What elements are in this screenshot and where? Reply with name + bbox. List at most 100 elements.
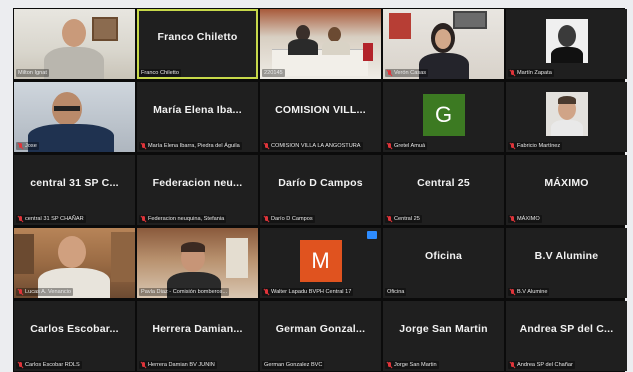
wall-picture [453, 11, 487, 29]
participant-tile-19[interactable]: B.V Alumine B.V Alumine [506, 228, 627, 298]
participant-tile-0[interactable]: Milton Ignat [14, 9, 135, 79]
participant-name-label: Walter Lapadu BVPH Central 17 [262, 288, 354, 296]
person-head [328, 27, 341, 42]
participant-center-name: Darío D Campos [278, 177, 363, 189]
meeting-window: Milton Ignat Franco Chiletto Franco Chil… [0, 0, 633, 372]
mic-muted-icon [510, 143, 515, 149]
participant-name-label: Fabricio Martínez [508, 142, 563, 150]
participant-name-label: German Gonzalez BVC [262, 361, 325, 369]
participant-tile-21[interactable]: Herrera Damian... Herrera Damian BV JUNI… [137, 301, 258, 371]
participant-tile-18[interactable]: Oficina Oficina [383, 228, 504, 298]
door [226, 238, 248, 278]
person-body [550, 120, 583, 136]
participant-name-label: 220145 [262, 69, 285, 77]
participant-center-name: B.V Alumine [534, 250, 599, 262]
participant-tile-1[interactable]: Franco Chiletto Franco Chiletto [137, 9, 258, 79]
table [272, 49, 368, 76]
mic-muted-icon [387, 216, 392, 222]
person-body [550, 47, 583, 63]
participant-tile-9[interactable]: Fabricio Martínez [506, 82, 627, 152]
participant-center-name: Herrera Damian... [152, 323, 243, 335]
participant-tile-4[interactable]: Martín Zapata [506, 9, 627, 79]
participant-tile-2[interactable]: 220145 [260, 9, 381, 79]
mic-muted-icon [264, 216, 269, 222]
profile-photo [545, 92, 588, 136]
participant-tile-20[interactable]: Carlos Escobar... Carlos Escobar RDLS [14, 301, 135, 371]
mic-muted-icon [510, 216, 515, 222]
participant-center-name: Franco Chiletto [157, 31, 238, 43]
shelf [111, 232, 135, 282]
mic-muted-icon [18, 362, 23, 368]
participant-name-label: Federacion neuquina, Stefania [139, 215, 227, 223]
participant-name-label: central 31 SP CHAÑAR [16, 215, 86, 223]
participant-tile-6[interactable]: María Elena Iba... María Elena Ibarra, P… [137, 82, 258, 152]
person-body [28, 124, 114, 152]
participant-tile-16[interactable]: Pavla Diaz - Comisión bomberos... [137, 228, 258, 298]
participant-tile-8[interactable]: G Gretel Amuá [383, 82, 504, 152]
mic-muted-icon [264, 143, 269, 149]
person-body [288, 39, 318, 55]
participant-tile-3[interactable]: Verón Casas [383, 9, 504, 79]
participant-center-name: Carlos Escobar... [30, 323, 119, 335]
participant-name-label: Milton Ignat [16, 69, 49, 77]
participant-name-label: Jorge San Martin [385, 361, 439, 369]
participant-name-label: Andrea SP del Chañar [508, 361, 575, 369]
mic-muted-icon [510, 362, 515, 368]
participant-center-name: Central 25 [417, 177, 470, 189]
person-hair [557, 96, 576, 104]
participant-tile-15[interactable]: Lucas A. Venancio [14, 228, 135, 298]
participant-center-name: Federacion neu... [152, 177, 243, 189]
participant-tile-5[interactable]: Jose [14, 82, 135, 152]
profile-photo [545, 19, 588, 63]
participant-center-name: central 31 SP C... [30, 177, 119, 189]
participant-tile-14[interactable]: MÁXIMO MÁXIMO [506, 155, 627, 225]
participant-name-label: MÁXIMO [508, 215, 542, 223]
participant-name-label: Verón Casas [385, 69, 429, 77]
participant-name-label: COMISION VILLA LA ANGOSTURA [262, 142, 363, 150]
wall-picture [92, 17, 118, 41]
participant-tile-7[interactable]: COMISION VILL... COMISION VILLA LA ANGOS… [260, 82, 381, 152]
participant-center-name: Andrea SP del C... [519, 323, 614, 335]
person-head [557, 25, 576, 47]
mic-muted-icon [264, 289, 269, 295]
participant-name-label: Jose [16, 142, 39, 150]
participant-center-name: María Elena Iba... [153, 104, 242, 116]
person-hair [181, 242, 205, 252]
participant-center-name: German Gonzal... [275, 323, 366, 335]
participant-tile-17[interactable]: M Walter Lapadu BVPH Central 17 [260, 228, 381, 298]
participant-name-label: Pavla Diaz - Comisión bomberos... [139, 288, 230, 296]
participant-name-label: Martín Zapata [508, 69, 554, 77]
participant-tile-22[interactable]: German Gonzal... German Gonzalez BVC [260, 301, 381, 371]
mic-muted-icon [510, 70, 515, 76]
participant-name-label: Gretel Amuá [385, 142, 428, 150]
video-gallery: Milton Ignat Franco Chiletto Franco Chil… [13, 8, 627, 372]
participant-name-label: Oficina [385, 288, 407, 296]
participant-name-label: Central 25 [385, 215, 422, 223]
mic-muted-icon [141, 216, 146, 222]
chair [363, 43, 373, 61]
mic-muted-icon [18, 289, 23, 295]
person-head [435, 29, 451, 49]
participant-name-label: Herrera Damian BV JUNIN [139, 361, 217, 369]
mic-muted-icon [387, 143, 392, 149]
mic-muted-icon [387, 70, 392, 76]
participant-center-name: MÁXIMO [544, 177, 589, 189]
participant-name-label: María Elena Ibarra, Piedra del Águila [139, 142, 242, 150]
person-head [58, 236, 86, 268]
shelf [14, 234, 34, 274]
participant-tile-12[interactable]: Darío D Campos Darío D Campos [260, 155, 381, 225]
participant-tile-10[interactable]: central 31 SP C... central 31 SP CHAÑAR [14, 155, 135, 225]
participant-tile-24[interactable]: Andrea SP del C... Andrea SP del Chañar [506, 301, 627, 371]
participant-center-name: Oficina [425, 250, 462, 262]
participant-name-label: Darío D Campos [262, 215, 315, 223]
glasses [54, 106, 80, 111]
participant-name-label: Carlos Escobar RDLS [16, 361, 82, 369]
participant-center-name: COMISION VILL... [275, 104, 366, 116]
participant-tile-13[interactable]: Central 25 Central 25 [383, 155, 504, 225]
participant-tile-11[interactable]: Federacion neu... Federacion neuquina, S… [137, 155, 258, 225]
participant-tile-23[interactable]: Jorge San Martin Jorge San Martin [383, 301, 504, 371]
mic-muted-icon [387, 362, 392, 368]
mic-muted-icon [18, 143, 23, 149]
person-body [44, 47, 104, 79]
video-on-icon [367, 231, 377, 239]
